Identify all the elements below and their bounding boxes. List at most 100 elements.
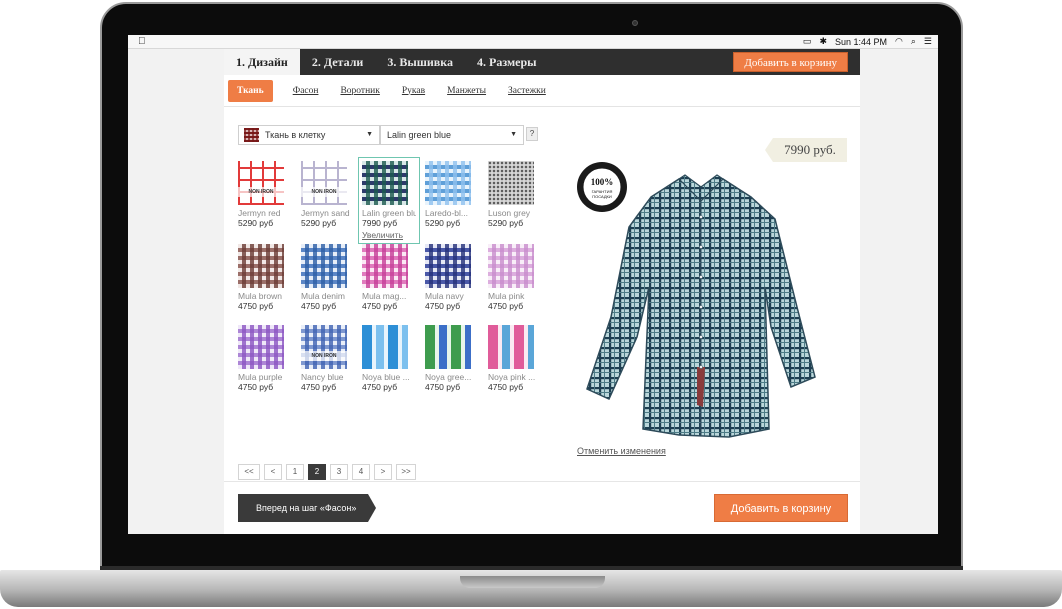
fabric-card[interactable]: Luson grey 5290 руб	[488, 161, 546, 228]
fabric-swatch[interactable]	[362, 161, 408, 205]
fabric-card[interactable]: NON IRON Jermyn red 5290 руб	[238, 161, 296, 228]
fabric-swatch[interactable]	[238, 325, 284, 369]
fabric-price: 4750 руб	[301, 301, 337, 311]
fabric-name: Noya pink ...	[488, 372, 536, 382]
fabric-swatch[interactable]	[425, 161, 471, 205]
step-tab-4[interactable]: 4. Размеры	[465, 49, 549, 75]
fabric-swatch[interactable]: NON IRON	[301, 325, 347, 369]
next-step-button[interactable]: Вперед на шаг «Фасон»	[238, 494, 376, 522]
fabric-swatch[interactable]	[425, 325, 471, 369]
fabric-name: Nancy blue	[301, 372, 344, 382]
fabric-card[interactable]: Mula mag... 4750 руб	[362, 244, 420, 311]
fabric-price: 4750 руб	[362, 382, 398, 392]
fabric-name: Jermyn red	[238, 208, 281, 218]
apple-logo-icon[interactable]: 	[138, 36, 146, 47]
fabric-name: Mula pink	[488, 291, 525, 301]
fabric-swatch[interactable]	[238, 244, 284, 288]
screen-mirror-icon[interactable]: ▭	[803, 36, 812, 47]
pagination-prev-button[interactable]: <	[264, 464, 282, 480]
menu-bar-status: ▭ ✱ Sun 1:44 PM ◠ ⌕ ☰	[803, 36, 932, 47]
fabric-swatch[interactable]	[488, 325, 534, 369]
fabric-name-select[interactable]: Lalin green blue ▼	[380, 125, 524, 145]
fabric-price: 5290 руб	[301, 218, 337, 228]
non-iron-tag: NON IRON	[238, 187, 284, 197]
pagination-page-3[interactable]: 3	[330, 464, 348, 480]
subtab-2[interactable]: Фасон	[293, 86, 319, 96]
fabric-name: Mula denim	[301, 291, 345, 301]
guarantee-seal-icon: 100% ГАРАНТИЯ ПОСАДКИ	[577, 162, 627, 212]
fabric-price: 4750 руб	[238, 301, 274, 311]
bluetooth-icon[interactable]: ✱	[819, 36, 827, 47]
subtab-1[interactable]: Ткань	[228, 79, 273, 102]
chevron-down-icon: ▼	[510, 131, 517, 138]
fabric-card[interactable]: Mula pink 4750 руб	[488, 244, 546, 311]
fabric-type-select[interactable]: Ткань в клетку ▼	[238, 125, 380, 145]
fabric-name: Luson grey	[488, 208, 531, 218]
pagination-next-button[interactable]: >	[374, 464, 392, 480]
fabric-card[interactable]: Mula denim 4750 руб	[301, 244, 359, 311]
price-tag: 7990 руб.	[765, 138, 847, 162]
help-button[interactable]: ?	[526, 127, 538, 141]
fabric-card[interactable]: Noya blue ... 4750 руб	[362, 325, 420, 392]
fabric-name: Jermyn sand	[301, 208, 350, 218]
fabric-name: Mula navy	[425, 291, 464, 301]
subtab-4[interactable]: Рукав	[402, 86, 425, 96]
design-subtabs: Ткань Фасон Воротник Рукав Манжеты Застежки	[224, 75, 860, 107]
notification-center-icon[interactable]: ☰	[924, 36, 932, 47]
add-to-cart-top-button[interactable]: Добавить в корзину	[733, 52, 848, 72]
fabric-price: 7990 руб	[362, 218, 398, 228]
wifi-icon[interactable]: ◠	[895, 36, 903, 47]
footer-divider	[224, 481, 860, 482]
undo-changes-link[interactable]: Отменить изменения	[577, 446, 666, 456]
screen:  ▭ ✱ Sun 1:44 PM ◠ ⌕ ☰ 1. Дизайн2. Дета…	[128, 35, 938, 534]
fabric-name: Laredo-bl...	[425, 208, 468, 218]
camera-dot	[632, 20, 638, 26]
fabric-price: 4750 руб	[362, 301, 398, 311]
zoom-link[interactable]: Увеличить	[362, 230, 416, 240]
pagination-last-button[interactable]: >>	[396, 464, 416, 480]
fabric-swatch[interactable]	[425, 244, 471, 288]
fabric-price: 4750 руб	[425, 301, 461, 311]
subtab-3[interactable]: Воротник	[340, 86, 379, 96]
fabric-card[interactable]: Noya gree... 4750 руб	[425, 325, 483, 392]
step-tab-1[interactable]: 1. Дизайн	[224, 49, 300, 75]
fabric-card[interactable]: Noya pink ... 4750 руб	[488, 325, 546, 392]
fabric-swatch[interactable]	[301, 244, 347, 288]
step-tab-3[interactable]: 3. Вышивка	[375, 49, 465, 75]
pagination-first-button[interactable]: <<	[238, 464, 260, 480]
chevron-down-icon: ▼	[366, 131, 373, 138]
fabric-name: Noya gree...	[425, 372, 472, 382]
fabric-price: 5290 руб	[425, 218, 461, 228]
fabric-name: Mula mag...	[362, 291, 407, 301]
add-to-cart-button[interactable]: Добавить в корзину	[714, 494, 848, 522]
fabric-card[interactable]: Laredo-bl... 5290 руб	[425, 161, 483, 228]
step-tab-2[interactable]: 2. Детали	[300, 49, 376, 75]
spotlight-search-icon[interactable]: ⌕	[911, 36, 916, 47]
fabric-card[interactable]: NON IRON Jermyn sand 5290 руб	[301, 161, 359, 228]
fabric-card[interactable]: Mula purple 4750 руб	[238, 325, 296, 392]
pagination-page-2[interactable]: 2	[308, 464, 326, 480]
fabric-swatch[interactable]	[488, 244, 534, 288]
fabric-swatch[interactable]	[362, 244, 408, 288]
fabric-price: 4750 руб	[488, 382, 524, 392]
fabric-card[interactable]: NON IRON Nancy blue 4750 руб	[301, 325, 359, 392]
fabric-swatch[interactable]: NON IRON	[301, 161, 347, 205]
fabric-type-swatch-icon	[244, 128, 259, 142]
fabric-card[interactable]: Mula brown 4750 руб	[238, 244, 296, 311]
pagination-page-1[interactable]: 1	[286, 464, 304, 480]
fabric-name-value: Lalin green blue	[387, 130, 452, 140]
fabric-swatch[interactable]	[488, 161, 534, 205]
fabric-price: 4750 руб	[425, 382, 461, 392]
pagination-page-4[interactable]: 4	[352, 464, 370, 480]
fabric-type-value: Ткань в клетку	[265, 130, 326, 140]
fabric-swatch[interactable]: NON IRON	[238, 161, 284, 205]
fabric-price: 4750 руб	[301, 382, 337, 392]
fabric-card[interactable]: Lalin green blue7990 руб Увеличить	[358, 157, 420, 244]
fabric-card[interactable]: Mula navy 4750 руб	[425, 244, 483, 311]
subtab-6[interactable]: Застежки	[508, 86, 546, 96]
svg-text:ПОСАДКИ: ПОСАДКИ	[592, 194, 612, 199]
fabric-name: Lalin green blue	[362, 208, 416, 218]
subtab-5[interactable]: Манжеты	[447, 86, 486, 96]
menu-clock[interactable]: Sun 1:44 PM	[835, 37, 887, 47]
fabric-swatch[interactable]	[362, 325, 408, 369]
